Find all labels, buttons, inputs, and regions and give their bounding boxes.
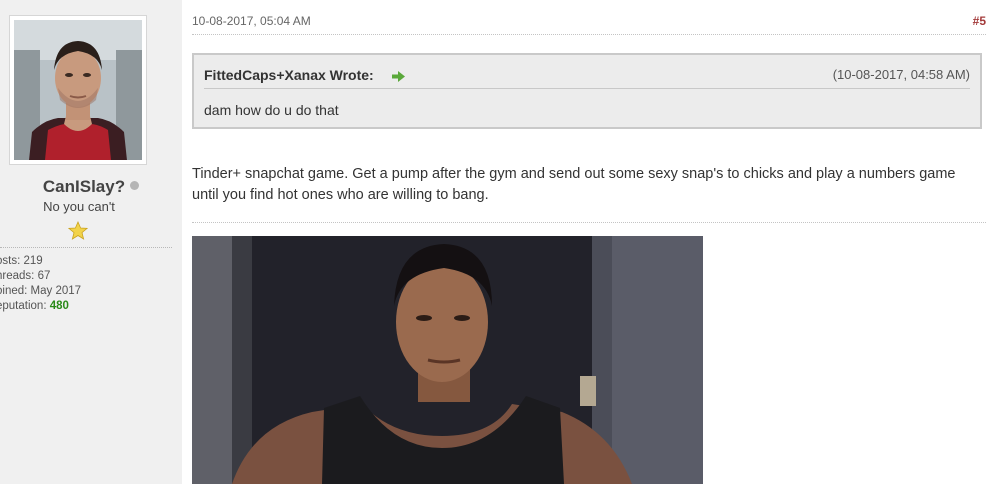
quote-divider bbox=[204, 88, 970, 89]
avatar[interactable] bbox=[9, 15, 147, 165]
quote-timestamp: (10-08-2017, 04:58 AM) bbox=[832, 67, 970, 82]
stat-threads: hreads: 67 bbox=[0, 270, 50, 282]
stat-reputation-value[interactable]: 480 bbox=[50, 300, 69, 312]
stat-threads-label: hreads: bbox=[0, 270, 35, 282]
post-body-divider bbox=[192, 222, 986, 223]
stat-reputation: eputation: 480 bbox=[0, 300, 69, 312]
username[interactable]: CanISlay? bbox=[43, 177, 125, 196]
sidebar-divider bbox=[0, 247, 172, 248]
avatar-image[interactable] bbox=[14, 20, 142, 160]
post-number-link[interactable]: #5 bbox=[973, 14, 986, 28]
star-icon bbox=[67, 220, 89, 241]
user-title: No you can't bbox=[43, 199, 115, 214]
quote-link-arrow-icon[interactable] bbox=[392, 69, 405, 82]
quote-text: dam how do u do that bbox=[204, 102, 339, 118]
stat-joined: oined: May 2017 bbox=[0, 285, 81, 297]
stat-posts-value: 219 bbox=[23, 255, 43, 267]
post-image[interactable] bbox=[192, 236, 703, 484]
stat-posts: osts: 219 bbox=[0, 255, 43, 267]
quote-author: FittedCaps+Xanax Wrote: bbox=[204, 67, 374, 83]
stat-joined-value: May 2017 bbox=[30, 285, 82, 297]
post-date: 10-08-2017, 05:04 AM bbox=[192, 14, 311, 28]
stat-joined-label: oined: bbox=[0, 285, 28, 297]
stat-reputation-label: eputation: bbox=[0, 300, 47, 312]
user-sidebar: CanISlay? No you can't osts: 219 hreads:… bbox=[0, 0, 182, 484]
quote-block: FittedCaps+Xanax Wrote: (10-08-2017, 04:… bbox=[192, 53, 982, 129]
stat-threads-value: 67 bbox=[37, 270, 51, 282]
username-row: CanISlay? bbox=[0, 177, 182, 197]
post-message: Tinder+ snapchat game. Get a pump after … bbox=[192, 166, 956, 203]
post-header-divider bbox=[192, 34, 986, 35]
stat-posts-label: osts: bbox=[0, 255, 21, 267]
offline-status-icon bbox=[130, 181, 140, 190]
